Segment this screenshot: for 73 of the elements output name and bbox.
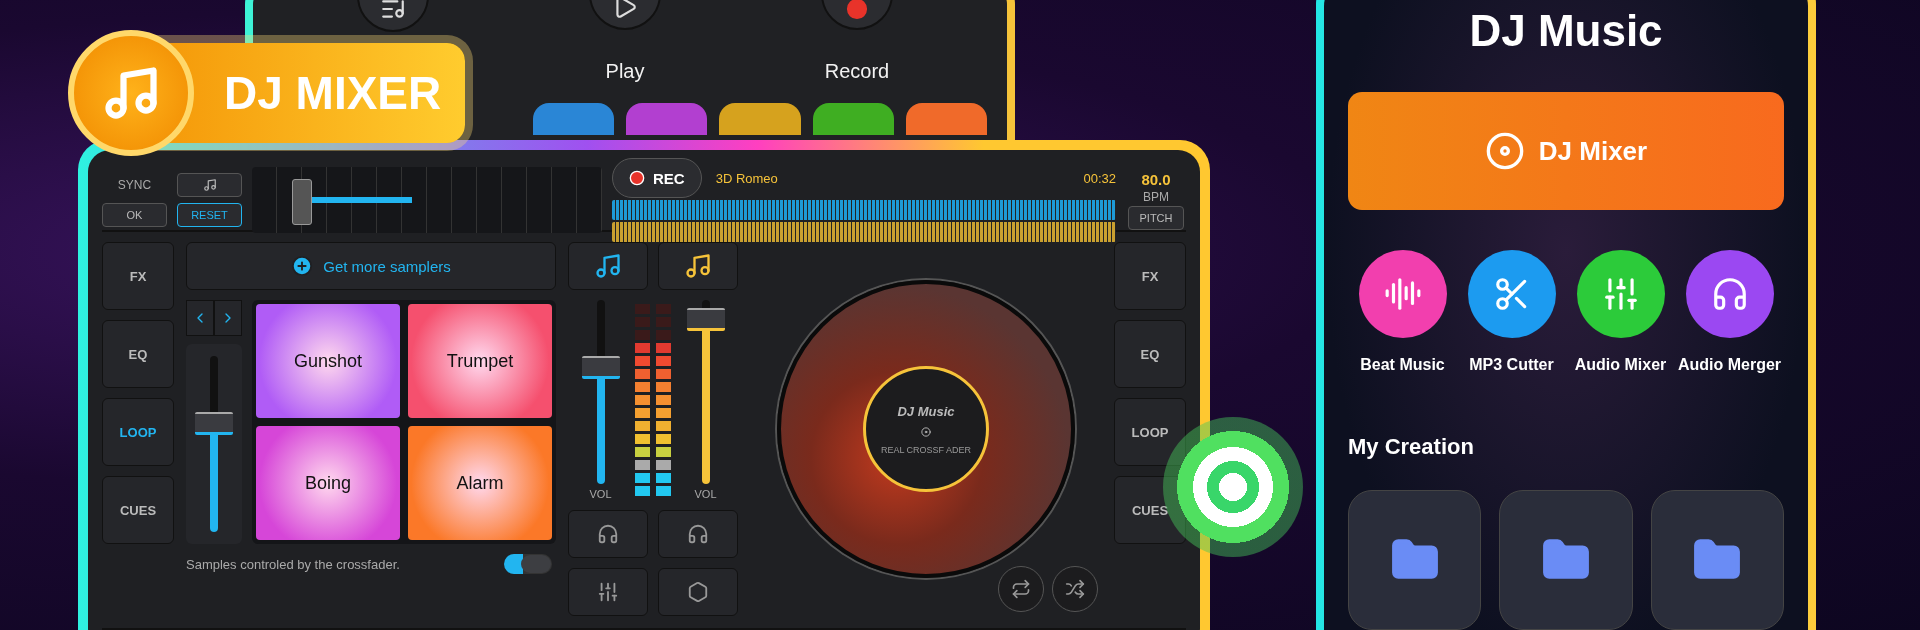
turntable-photo-placeholder[interactable]: DJ Music REAL CROSSF ADER — [777, 280, 1075, 578]
fader-handle[interactable] — [686, 308, 725, 332]
section-heading: My Creation — [1348, 434, 1474, 460]
headphones-button[interactable] — [568, 510, 648, 558]
track-title: 3D Romeo — [715, 170, 778, 186]
get-samplers-button[interactable]: Get more samplers — [186, 242, 556, 290]
tool-label: Beat Music — [1360, 356, 1445, 374]
bpm-label: BPM — [1143, 189, 1169, 204]
record-dot-icon — [629, 170, 645, 186]
creation-card[interactable] — [1348, 490, 1482, 630]
effect-button[interactable]: FX — [102, 242, 174, 310]
sample-pad[interactable]: Alarm — [408, 426, 552, 540]
pitch-button[interactable]: PITCH — [1128, 205, 1184, 230]
music-note-icon — [594, 252, 622, 280]
shuffle-icon — [1065, 579, 1085, 599]
effect-button[interactable]: EQ — [1114, 320, 1186, 388]
fader-handle[interactable] — [195, 412, 233, 436]
disc-title: DJ Music — [897, 403, 955, 419]
repeat-button[interactable] — [998, 566, 1044, 612]
headphones-button[interactable] — [658, 510, 738, 558]
bpm-value: 80.0 — [1141, 170, 1171, 188]
creation-card[interactable] — [1499, 490, 1633, 630]
crossfader-toggle[interactable] — [504, 554, 552, 574]
pitch-strip[interactable] — [252, 167, 602, 233]
crossfader-note: Samples controled by the crossfader. — [186, 556, 400, 572]
control-label: Record — [824, 60, 890, 83]
disc-subtitle: REAL CROSSF ADER — [880, 444, 972, 455]
add-music-button[interactable] — [568, 242, 648, 290]
creation-card[interactable] — [1650, 490, 1784, 630]
ok-button[interactable]: OK — [102, 203, 167, 227]
volume-label: VOL — [694, 488, 717, 500]
add-music-button[interactable] — [658, 242, 738, 290]
sample-pad[interactable]: Trumpet — [408, 304, 552, 418]
control-label: Play — [605, 60, 645, 83]
headphones-icon — [597, 523, 619, 545]
effect-button[interactable]: LOOP — [1114, 398, 1186, 466]
reset-button[interactable]: RESET — [177, 203, 242, 227]
sliders-icon — [597, 581, 619, 603]
pad[interactable] — [533, 103, 615, 135]
hexagon-icon — [687, 581, 709, 603]
plus-icon — [291, 255, 314, 277]
music-note-icon — [684, 252, 712, 280]
settings-button[interactable] — [658, 568, 738, 616]
shuffle-button[interactable] — [1052, 566, 1098, 612]
note-button[interactable] — [177, 173, 242, 197]
sample-pad[interactable]: Gunshot — [256, 304, 400, 418]
effect-button[interactable]: FX — [1114, 242, 1186, 310]
pad[interactable] — [626, 103, 708, 135]
effect-button[interactable]: LOOP — [102, 398, 174, 466]
headphones-icon — [687, 523, 709, 545]
effect-button[interactable]: EQ — [102, 320, 174, 388]
spindle-icon — [921, 426, 931, 437]
bars-icon — [1383, 275, 1422, 313]
sync-label: SYNC — [116, 178, 153, 192]
next-button[interactable] — [214, 300, 242, 336]
sample-pad[interactable]: Boing — [256, 426, 400, 540]
disc-icon — [1484, 131, 1525, 171]
tool-label: MP3 Cutter — [1469, 356, 1554, 374]
tool-label: Audio Mixer — [1574, 356, 1667, 374]
tool-label: Audio Merger — [1677, 356, 1782, 374]
previous-button[interactable] — [186, 300, 214, 336]
pad[interactable] — [905, 103, 987, 135]
pad[interactable] — [719, 103, 801, 135]
fader-handle[interactable] — [581, 355, 620, 379]
equalizer-button[interactable] — [568, 568, 648, 616]
record-button[interactable]: REC — [612, 158, 702, 198]
repeat-icon — [1011, 579, 1031, 599]
pad[interactable] — [812, 103, 894, 135]
track-time: 00:32 — [1083, 170, 1116, 186]
app-title: DJ Music — [1469, 6, 1663, 56]
effect-button[interactable]: CUES — [102, 476, 174, 544]
volume-label: VOL — [589, 488, 612, 500]
music-note-icon — [202, 178, 217, 192]
